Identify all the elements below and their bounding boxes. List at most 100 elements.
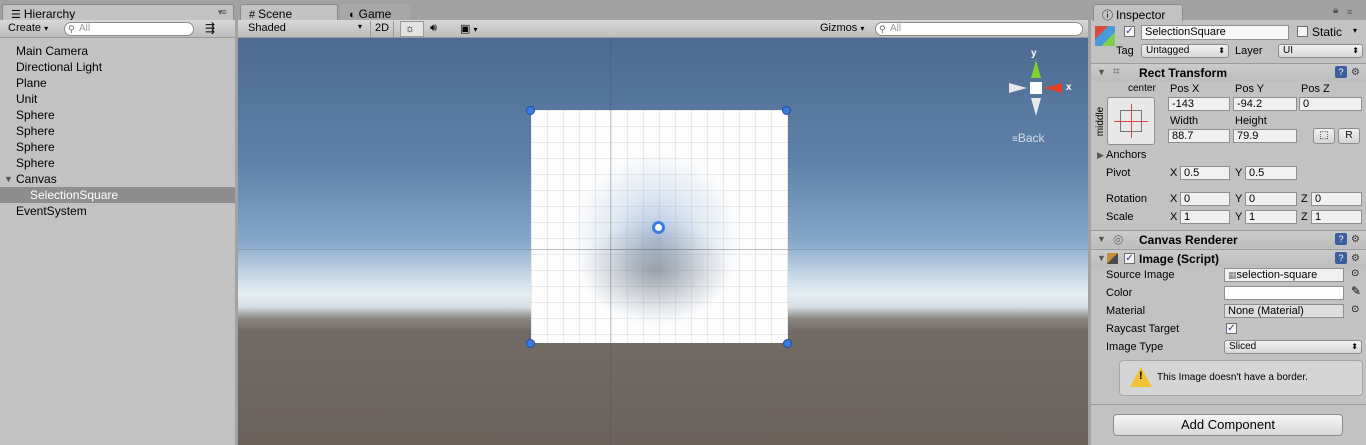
effects-dropdown[interactable]: ▣ ▾ [456, 21, 490, 37]
hierarchy-item-sphere[interactable]: Sphere [0, 155, 235, 171]
gear-icon[interactable]: ⚙ [1351, 67, 1360, 78]
tag-dropdown[interactable]: Untagged ⬍ [1141, 44, 1229, 58]
expand-arrow-icon[interactable]: ▶ [1097, 150, 1104, 161]
gizmo-neg-y-cone[interactable] [1031, 98, 1041, 116]
hierarchy-toolbar: Create ▾ ⚲ All ⇶ [0, 20, 235, 38]
hierarchy-search-input[interactable]: ⚲ All [64, 22, 194, 36]
raycast-target-checkbox[interactable]: ✓ [1226, 323, 1237, 334]
warning-text: This Image doesn't have a border. [1157, 372, 1308, 383]
chevron-down-icon[interactable]: ▾ [1353, 26, 1357, 35]
hierarchy-item-selection-square[interactable]: SelectionSquare [0, 187, 235, 203]
gear-icon[interactable]: ⚙ [1351, 253, 1360, 264]
mode-2d-toggle[interactable]: 2D [370, 21, 394, 37]
rotation-y-field[interactable]: 0 [1245, 192, 1297, 206]
lock-icon[interactable]: 🔒︎ [1333, 5, 1338, 16]
hierarchy-item-sphere[interactable]: Sphere [0, 139, 235, 155]
rotation-x-field[interactable]: 0 [1180, 192, 1230, 206]
shading-mode-dropdown[interactable]: Shaded ▾ [244, 21, 364, 37]
hierarchy-item-sphere[interactable]: Sphere [0, 107, 235, 123]
layer-dropdown[interactable]: UI ⬍ [1278, 44, 1363, 58]
source-image-field[interactable]: ▦selection-square [1224, 268, 1344, 282]
anchor-presets-button[interactable] [1107, 97, 1155, 145]
anchor-preset-hline [1114, 121, 1148, 122]
dotted-square-icon: ⬚ [1319, 130, 1329, 141]
tab-game[interactable]: ◐ Game [340, 4, 410, 21]
collapse-arrow-icon[interactable]: ▼ [1097, 253, 1106, 263]
width-field[interactable]: 88.7 [1168, 129, 1230, 143]
help-book-icon[interactable]: ? [1335, 66, 1348, 78]
gizmos-dropdown[interactable]: Gizmos ▾ [816, 21, 868, 37]
rect-handle-top-left[interactable] [526, 106, 535, 115]
scale-x-field[interactable]: 1 [1180, 210, 1230, 224]
panel-menu-icon[interactable]: ▾≡ [218, 7, 227, 18]
hierarchy-item-directional-light[interactable]: Directional Light [0, 59, 235, 75]
object-picker-icon[interactable]: ⊙ [1351, 304, 1359, 315]
layer-label: Layer [1235, 45, 1263, 57]
rect-handle-bottom-left[interactable] [526, 339, 535, 348]
scale-y-field[interactable]: 1 [1245, 210, 1297, 224]
hierarchy-item-canvas[interactable]: ▼ Canvas [0, 171, 235, 187]
scene-viewport[interactable]: y x ≡Back [238, 38, 1088, 445]
chevron-down-icon: ▾ [357, 22, 362, 31]
rect-transform-header[interactable]: ▼ ⌗ Rect Transform ? ⚙ [1091, 63, 1366, 81]
static-checkbox[interactable] [1297, 26, 1308, 37]
color-swatch[interactable] [1224, 286, 1344, 300]
pos-x-field[interactable]: -143 [1168, 97, 1230, 111]
object-name-field[interactable]: SelectionSquare [1141, 25, 1289, 40]
hierarchy-item-event-system[interactable]: EventSystem [0, 203, 235, 219]
anchors-foldout[interactable]: Anchors [1106, 149, 1146, 161]
collapse-arrow-icon[interactable]: ▼ [1097, 67, 1106, 77]
hierarchy-item-sphere[interactable]: Sphere [0, 123, 235, 139]
rect-handle-top-right[interactable] [782, 106, 791, 115]
gizmo-x-label: x [1066, 82, 1072, 93]
scene-tabbar: # Scene ◐ Game [238, 0, 1088, 21]
eyedropper-icon[interactable]: ✎ [1351, 284, 1361, 298]
pivot-y-field[interactable]: 0.5 [1245, 166, 1297, 180]
tab-inspector[interactable]: ⓘ Inspector [1093, 4, 1183, 22]
hierarchy-item-unit[interactable]: Unit [0, 91, 235, 107]
rect-handle-bottom-right[interactable] [783, 339, 792, 348]
active-checkbox[interactable]: ✓ [1124, 26, 1135, 37]
speaker-icon: 🔊︎ [430, 22, 437, 34]
tab-scene[interactable]: # Scene [240, 4, 338, 21]
gizmo-center-cube[interactable] [1030, 82, 1042, 94]
hierarchy-item-main-camera[interactable]: Main Camera [0, 43, 235, 59]
gizmo-neg-x-cone[interactable] [1009, 83, 1027, 93]
tab-hierarchy[interactable]: ☰ Hierarchy [2, 4, 234, 21]
create-dropdown[interactable]: Create ▾ [4, 21, 52, 37]
anchor-vertical-label: middle [1095, 106, 1107, 137]
pivot-x-field[interactable]: 0.5 [1180, 166, 1230, 180]
help-book-icon[interactable]: ? [1335, 233, 1348, 245]
lighting-toggle[interactable]: ☼ [400, 21, 424, 37]
add-component-button[interactable]: Add Component [1113, 414, 1343, 436]
sort-icon[interactable]: ⇶ [205, 21, 215, 35]
panel-menu-icon[interactable]: ≡ [1347, 7, 1352, 17]
rotation-z-field[interactable]: 0 [1311, 192, 1362, 206]
gizmo-x-cone[interactable] [1044, 83, 1062, 93]
image-component-icon [1107, 253, 1118, 264]
raw-edit-button[interactable]: R [1338, 128, 1360, 144]
rotation-x-axis-label: X [1170, 193, 1178, 205]
canvas-renderer-header[interactable]: ▼ ◎ Canvas Renderer ? ⚙ [1091, 230, 1366, 248]
image-type-dropdown[interactable]: Sliced ⬍ [1224, 340, 1362, 354]
gizmo-y-cone[interactable] [1031, 60, 1041, 78]
scale-z-field[interactable]: 1 [1311, 210, 1362, 224]
image-enabled-checkbox[interactable]: ✓ [1124, 253, 1135, 264]
help-book-icon[interactable]: ? [1335, 252, 1348, 264]
expand-arrow-icon[interactable]: ▼ [4, 171, 13, 187]
image-script-header[interactable]: ▼ ✓ Image (Script) ? ⚙ [1091, 249, 1366, 267]
height-field[interactable]: 79.9 [1233, 129, 1297, 143]
material-field[interactable]: None (Material) [1224, 304, 1344, 318]
view-orientation-label[interactable]: ≡Back [1012, 131, 1045, 145]
hierarchy-item-plane[interactable]: Plane [0, 75, 235, 91]
collapse-arrow-icon[interactable]: ▼ [1097, 234, 1106, 244]
gear-icon[interactable]: ⚙ [1351, 234, 1360, 245]
object-picker-icon[interactable]: ⊙ [1351, 268, 1359, 279]
orientation-gizmo[interactable]: y x [1006, 48, 1078, 118]
audio-toggle[interactable]: 🔊︎ [426, 21, 450, 37]
pos-y-field[interactable]: -94.2 [1233, 97, 1297, 111]
pos-z-field[interactable]: 0 [1299, 97, 1362, 111]
blueprint-mode-button[interactable]: ⬚ [1313, 128, 1335, 144]
scene-search-input[interactable]: ⚲ All [875, 22, 1083, 36]
pivot-handle[interactable] [652, 221, 665, 234]
